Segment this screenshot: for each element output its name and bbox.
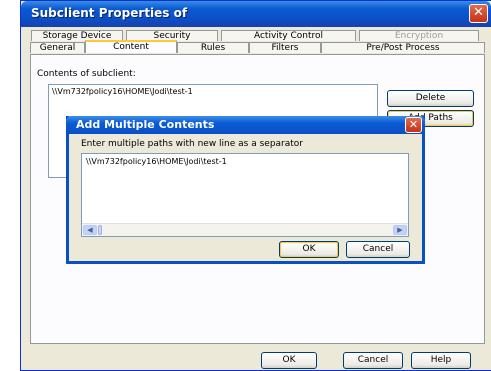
tab-general[interactable]: General (30, 42, 85, 53)
ok-button[interactable]: OK (261, 352, 317, 369)
scroll-left-icon[interactable]: ◀ (83, 225, 97, 235)
add-multiple-contents-dialog: Add Multiple Contents ✕ Enter multiple p… (66, 116, 425, 264)
cancel-button[interactable]: Cancel (343, 352, 403, 369)
tab-filters[interactable]: Filters (249, 42, 321, 53)
window-title-bar[interactable]: Subclient Properties of ✕ (21, 1, 491, 27)
horizontal-scrollbar[interactable]: ◀ ▶ (82, 223, 408, 236)
list-item[interactable]: \\Vm732fpolicy16\HOME\Jodi\test-1 (52, 87, 193, 96)
contents-of-subclient-label: Contents of subclient: (37, 69, 136, 79)
dialog-title-bar[interactable]: Add Multiple Contents ✕ (66, 116, 425, 134)
tab-encryption: Encryption (359, 30, 479, 41)
dialog-cancel-button[interactable]: Cancel (346, 241, 410, 258)
tab-pre-post-process[interactable]: Pre/Post Process (321, 42, 485, 53)
dialog-title: Add Multiple Contents (76, 118, 215, 131)
tab-activity-control[interactable]: Activity Control (221, 30, 356, 41)
scroll-right-icon[interactable]: ▶ (393, 225, 407, 235)
window-close-button[interactable]: ✕ (469, 4, 488, 23)
scroll-thumb[interactable] (98, 225, 102, 235)
help-button[interactable]: Help (411, 352, 471, 369)
dialog-instruction: Enter multiple paths with new line as a … (81, 139, 304, 149)
window-title: Subclient Properties of (31, 6, 188, 20)
paths-textarea[interactable]: \\Vm732fpolicy16\HOME\Jodi\test-1 ◀ ▶ (81, 153, 409, 237)
dialog-close-button[interactable]: ✕ (405, 117, 422, 133)
paths-text: \\Vm732fpolicy16\HOME\Jodi\test-1 (86, 157, 227, 166)
delete-button[interactable]: Delete (387, 90, 474, 107)
tab-rules[interactable]: Rules (177, 42, 249, 53)
dialog-ok-button[interactable]: OK (279, 241, 339, 258)
tab-content[interactable]: Content (85, 40, 177, 53)
